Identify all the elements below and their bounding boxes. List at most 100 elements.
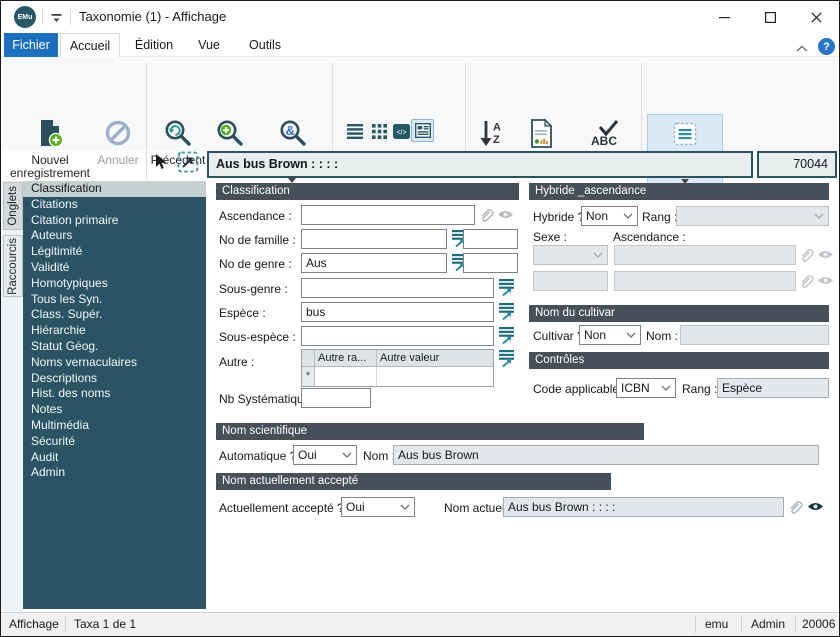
sidebar-item-auteurs[interactable]: Auteurs <box>23 228 206 244</box>
lookup-list-icon[interactable] <box>498 349 515 368</box>
lookup-list-icon[interactable] <box>498 278 515 297</box>
no-famille-input[interactable] <box>301 229 447 249</box>
record-summary-bar: Aus bus Brown : : : : <box>207 151 753 178</box>
sidebar-item-citations[interactable]: Citations <box>23 197 206 213</box>
sidebar-item-class-super[interactable]: Class. Supér. <box>23 307 206 323</box>
chevron-down-icon <box>593 252 603 258</box>
eye-icon[interactable] <box>497 209 514 220</box>
autre-valeur-cell[interactable] <box>377 367 493 386</box>
sidebar-item-admin[interactable]: Admin <box>23 465 206 481</box>
attachment-icon[interactable] <box>478 206 496 224</box>
sous-genre-input[interactable] <box>301 278 494 298</box>
sidebar-item-audit[interactable]: Audit <box>23 450 206 466</box>
nom-scientifique-nom-label: Nom : <box>363 449 396 463</box>
cancel-icon <box>103 118 133 152</box>
no-genre-aux-input[interactable] <box>463 253 518 273</box>
sidebar-item-noms-vernaculaires[interactable]: Noms vernaculaires <box>23 355 206 371</box>
sidebar-item-descriptions[interactable]: Descriptions <box>23 371 206 387</box>
window-minimize-button[interactable] <box>701 1 747 33</box>
side-tab-raccourcis[interactable]: Raccourcis <box>3 235 23 297</box>
status-record-count: Taxa 1 de 1 <box>74 617 137 631</box>
view-list-button[interactable] <box>345 121 365 141</box>
tab-fichier[interactable]: Fichier <box>4 33 58 57</box>
code-applicable-combobox[interactable]: ICBN <box>616 378 676 398</box>
ascendance-input[interactable] <box>301 205 475 225</box>
tab-accueil[interactable]: Accueil <box>60 33 120 57</box>
sidebar-item-multimedia[interactable]: Multimédia <box>23 418 206 434</box>
tab-vue[interactable]: Vue <box>189 33 229 57</box>
view-grid-icon <box>371 123 387 139</box>
controles-rang-input[interactable] <box>717 378 829 398</box>
side-tab-onglets[interactable]: Onglets <box>3 182 23 230</box>
sidebar-item-hist-des-noms[interactable]: Hist. des noms <box>23 386 206 402</box>
status-user: emu <box>705 617 729 631</box>
no-famille-aux-input[interactable] <box>463 229 518 249</box>
hybride-label: Hybride ? <box>533 210 585 224</box>
view-details-icon <box>414 123 431 138</box>
status-number: 20006 <box>802 617 836 631</box>
view-grid-button[interactable] <box>369 121 389 141</box>
sexe-input-2 <box>533 271 608 291</box>
hybride-combobox[interactable]: Non <box>581 206 638 226</box>
sous-espece-input[interactable] <box>301 326 494 346</box>
actuellement-accepte-combobox[interactable]: Oui <box>341 497 415 517</box>
view-code-button[interactable]: </> <box>391 121 411 141</box>
automatique-combobox[interactable]: Oui <box>293 445 357 465</box>
nom-actuel-input[interactable] <box>503 497 784 517</box>
pointer-tool-button[interactable] <box>153 153 169 176</box>
attachment-icon <box>798 272 816 290</box>
ribbon-tab-row: Fichier Accueil Édition Vue Outils <box>1 33 839 57</box>
sidebar-item-securite[interactable]: Sécurité <box>23 434 206 450</box>
pointer-icon <box>156 154 167 169</box>
sidebar-item-validite[interactable]: Validité <box>23 260 206 276</box>
search-previous-icon <box>163 118 193 152</box>
sidebar-item-tous-les-syn[interactable]: Tous les Syn. <box>23 292 206 308</box>
search-extra-icon: & <box>277 118 307 152</box>
nb-systematique-input[interactable] <box>301 388 371 408</box>
status-bar: Affichage Taxa 1 de 1 emu Admin 20006 <box>1 612 839 636</box>
sexe-combobox <box>533 245 608 265</box>
sous-espece-label: Sous-espèce : <box>219 330 296 344</box>
new-record-icon <box>35 118 65 152</box>
tab-edition[interactable]: Édition <box>127 33 181 57</box>
window-close-button[interactable] <box>793 1 839 33</box>
svg-text:</>: </> <box>396 129 406 136</box>
new-record-label: Nouvel enregistrement <box>9 153 91 180</box>
autre-rang-cell[interactable] <box>315 367 377 386</box>
new-record-button[interactable]: Nouvel enregistrement <box>7 115 93 180</box>
sidebar-item-citation-primaire[interactable]: Citation primaire <box>23 213 206 229</box>
cultivar-combobox[interactable]: Non <box>579 325 641 345</box>
view-details-button[interactable] <box>411 119 434 142</box>
quick-access-dropdown-icon[interactable] <box>50 11 63 29</box>
chevron-down-icon <box>626 332 636 338</box>
svg-text:&: & <box>286 123 295 138</box>
emu-logo[interactable]: EMu <box>14 6 36 28</box>
sidebar-item-classification[interactable]: Classification <box>23 181 206 197</box>
autre-grid-new-row[interactable]: * <box>302 367 493 386</box>
lookup-list-icon[interactable] <box>498 326 515 345</box>
tab-outils[interactable]: Outils <box>239 33 291 57</box>
sidebar-item-hierarchie[interactable]: Hiérarchie <box>23 323 206 339</box>
title-bar: EMu Taxonomie (1) - Affichage <box>1 1 839 33</box>
no-genre-input[interactable] <box>301 253 447 273</box>
sidebar-item-homotypiques[interactable]: Homotypiques <box>23 276 206 292</box>
help-button[interactable]: ? <box>818 38 835 55</box>
autre-grid[interactable]: Autre ra... Autre valeur * <box>301 349 494 387</box>
collapse-ribbon-icon[interactable] <box>796 40 808 58</box>
window-maximize-button[interactable] <box>747 1 793 33</box>
svg-text:A: A <box>493 122 501 134</box>
select-record-tool-button[interactable] <box>177 151 199 178</box>
divider <box>65 616 66 633</box>
nom-scientifique-input[interactable] <box>393 445 819 465</box>
espece-input[interactable] <box>301 302 494 322</box>
lookup-list-icon[interactable] <box>498 302 515 321</box>
eye-icon[interactable] <box>807 501 824 512</box>
sidebar-item-notes[interactable]: Notes <box>23 402 206 418</box>
autre-grid-header: Autre ra... Autre valeur <box>302 350 493 367</box>
sidebar-item-statut-geog[interactable]: Statut Géog. <box>23 339 206 355</box>
attachment-icon[interactable] <box>787 498 805 516</box>
attachment-icon <box>798 246 816 264</box>
undo-button[interactable]: Annuler <box>93 115 143 167</box>
sidebar-item-legitimite[interactable]: Légitimité <box>23 244 206 260</box>
new-row-marker: * <box>302 367 315 386</box>
